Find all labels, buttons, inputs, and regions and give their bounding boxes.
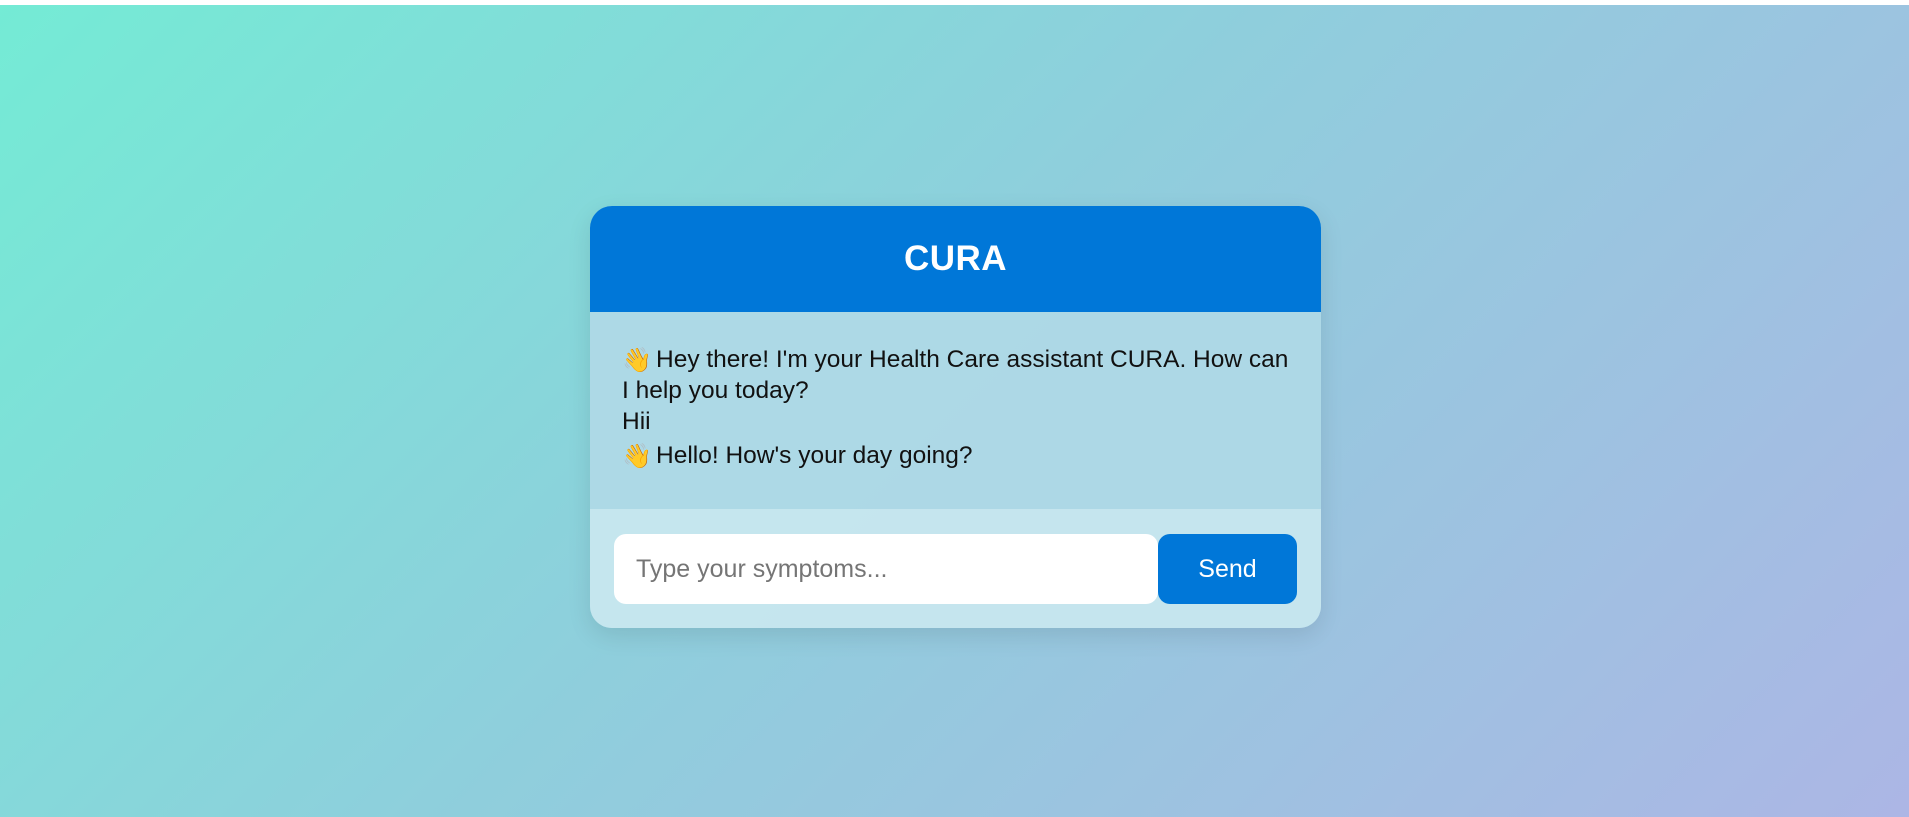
send-button[interactable]: Send <box>1158 534 1297 604</box>
chat-window: CURA 👋 Hey there! I'm your Health Care as… <box>590 206 1321 628</box>
waving-hand-icon: 👋 <box>622 443 652 470</box>
app-title: CURA <box>903 239 1008 278</box>
user-message: Hii <box>622 406 1291 437</box>
page-top-strip <box>0 0 1909 5</box>
user-message-text: Hii <box>622 408 651 435</box>
chat-header: CURA <box>590 206 1321 312</box>
bot-message: 👋 Hey there! I'm your Health Care assista… <box>622 344 1291 406</box>
bot-message-text: Hey there! I'm your Health Care assistan… <box>622 346 1289 404</box>
symptom-input-wrapper[interactable] <box>614 534 1158 604</box>
waving-hand-icon: 👋 <box>622 347 652 374</box>
symptom-input[interactable] <box>634 553 1138 585</box>
chat-input-bar: Send <box>590 509 1321 628</box>
bot-message: 👋 Hello! How's your day going? <box>622 440 1291 471</box>
send-button-label: Send <box>1198 554 1257 583</box>
chat-messages: 👋 Hey there! I'm your Health Care assista… <box>590 312 1321 509</box>
bot-message-text: Hello! How's your day going? <box>656 442 973 469</box>
